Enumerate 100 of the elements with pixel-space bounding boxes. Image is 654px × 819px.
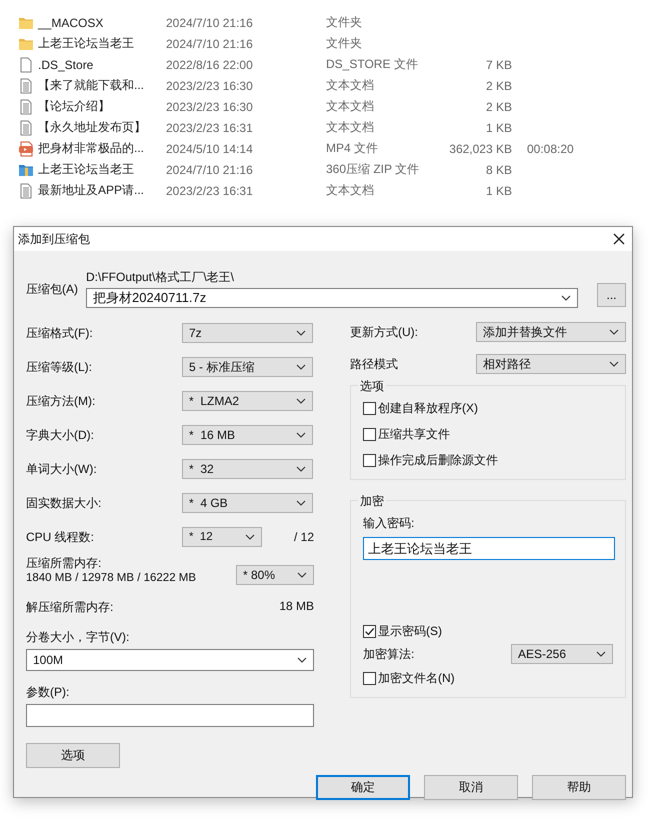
dropdown[interactable]: * 4 GB	[182, 493, 313, 513]
checkbox-label: 压缩共享文件	[378, 426, 450, 443]
dropdown[interactable]: 添加并替换文件	[476, 322, 626, 342]
chevron-down-icon	[296, 398, 306, 404]
file-name[interactable]: 上老王论坛当老王	[38, 35, 166, 52]
file-type: 文本文档	[326, 119, 375, 136]
chevron-down-icon	[296, 364, 306, 370]
file-size: 1 KB	[486, 120, 512, 134]
setting-label: 单词大小(W):	[26, 460, 98, 478]
chevron-down-icon	[297, 657, 307, 663]
thread-total: / 12	[294, 530, 314, 544]
checkbox[interactable]	[363, 428, 376, 441]
checkbox[interactable]	[363, 402, 376, 415]
file-date: 2023/2/23 16:30	[166, 100, 254, 114]
setting-label: 压缩格式(F):	[26, 324, 94, 342]
setting-label: 分卷大小，字节(V):	[26, 629, 130, 646]
dropdown[interactable]: * LZMA2	[182, 391, 313, 411]
text-file-icon	[18, 120, 34, 136]
chevron-down-icon	[596, 651, 606, 657]
chevron-down-icon	[561, 295, 571, 301]
archive-path: D:\FFOutput\格式工厂\老王\	[86, 269, 236, 286]
file-type: MP4 文件	[326, 140, 380, 157]
file-name[interactable]: __MACOSX	[38, 16, 166, 30]
dropdown[interactable]: 相对路径	[476, 354, 626, 374]
checkbox-label: 加密文件名(N)	[378, 670, 455, 687]
file-date: 2024/7/10 21:16	[166, 162, 254, 176]
dropdown[interactable]: * 12	[182, 527, 262, 547]
dropdown[interactable]: * 16 MB	[182, 425, 313, 445]
chevron-down-icon	[297, 572, 307, 578]
dropdown[interactable]: 5 - 标准压缩	[182, 357, 313, 377]
checkbox-label: 显示密码(S)	[378, 623, 442, 640]
dialog-button[interactable]: 帮助	[532, 775, 626, 800]
file-size: 7 KB	[486, 58, 512, 72]
file-name[interactable]: 把身材非常极品的...	[38, 140, 166, 157]
file-size: 8 KB	[486, 162, 512, 176]
memory-usage: 1840 MB / 12978 MB / 16222 MB	[26, 572, 196, 584]
file-name[interactable]: 【永久地址发布页】	[38, 119, 166, 136]
setting-label: 字典大小(D):	[26, 426, 95, 444]
file-size: 2 KB	[486, 78, 512, 92]
setting-label: 更新方式(U):	[350, 324, 418, 340]
file-type: 文件夹	[326, 14, 363, 31]
chevron-down-icon	[609, 329, 619, 335]
text-file-icon	[18, 182, 34, 198]
file-type: 文本文档	[326, 77, 375, 94]
setting-label: 路径模式	[350, 356, 398, 372]
file-size: 362,023 KB	[449, 142, 512, 156]
chevron-down-icon	[609, 361, 619, 367]
file-name[interactable]: 上老王论坛当老王	[38, 161, 166, 178]
file-date: 2024/5/10 14:14	[166, 142, 254, 156]
file-name[interactable]: 最新地址及APP请...	[38, 182, 166, 199]
close-icon[interactable]	[613, 233, 625, 245]
archive-label: 压缩包(A)	[26, 281, 79, 298]
setting-label: 压缩等级(L):	[26, 358, 93, 376]
browse-button[interactable]: ...	[597, 283, 626, 307]
file-date: 2024/7/10 21:16	[166, 36, 254, 50]
video-file-icon	[18, 140, 34, 156]
file-date: 2023/2/23 16:31	[166, 184, 254, 198]
file-length: 00:08:20	[527, 142, 574, 156]
dialog-button[interactable]: 取消	[424, 775, 518, 800]
file-type: DS_STORE 文件	[326, 56, 419, 73]
setting-label: 加密算法:	[363, 646, 414, 662]
chevron-down-icon	[296, 500, 306, 506]
chevron-down-icon	[296, 466, 306, 472]
file-date: 2023/2/23 16:30	[166, 78, 254, 92]
text-file-icon	[18, 98, 34, 114]
dropdown[interactable]: 7z	[182, 323, 313, 343]
checkbox[interactable]	[363, 672, 376, 685]
file-type: 文本文档	[326, 182, 375, 199]
file-name[interactable]: 【来了就能下载和...	[38, 77, 166, 94]
setting-label: 参数(P):	[26, 684, 70, 701]
file-type: 文本文档	[326, 98, 375, 115]
file-date: 2023/2/23 16:31	[166, 120, 254, 134]
file-date: 2022/8/16 22:00	[166, 58, 254, 72]
file-size: 2 KB	[486, 100, 512, 114]
window-title: 添加到压缩包	[18, 230, 90, 248]
group-title: 选项	[358, 378, 386, 395]
chevron-down-icon	[296, 432, 306, 438]
password-field[interactable]: 上老王论坛当老王	[363, 537, 615, 560]
text-file-icon	[18, 78, 34, 94]
setting-label: 固实数据大小:	[26, 494, 102, 512]
file-name[interactable]: 【论坛介绍】	[38, 98, 166, 115]
checkbox-label: 创建自释放程序(X)	[378, 400, 478, 417]
checkbox[interactable]	[363, 454, 376, 467]
dropdown[interactable]: AES-256	[511, 644, 613, 664]
parameters-field[interactable]	[26, 704, 314, 727]
checkbox[interactable]	[363, 625, 376, 638]
password-label: 输入密码:	[363, 515, 416, 532]
options-button[interactable]: 选项	[26, 743, 120, 768]
file-name[interactable]: .DS_Store	[38, 58, 166, 72]
file-type: 360压缩 ZIP 文件	[326, 161, 420, 178]
dropdown[interactable]: * 32	[182, 459, 313, 479]
archive-name-field[interactable]: 把身材20240711.7z	[86, 288, 578, 308]
memory-value: 18 MB	[279, 599, 314, 615]
dropdown[interactable]: * 80%	[236, 565, 314, 585]
file-size: 1 KB	[486, 184, 512, 198]
dropdown[interactable]: 100M	[26, 649, 314, 671]
dialog-button[interactable]: 确定	[316, 775, 410, 800]
setting-label: 压缩所需内存:	[26, 555, 102, 572]
setting-label: 解压缩所需内存:	[26, 599, 114, 616]
setting-label: CPU 线程数:	[26, 528, 96, 546]
